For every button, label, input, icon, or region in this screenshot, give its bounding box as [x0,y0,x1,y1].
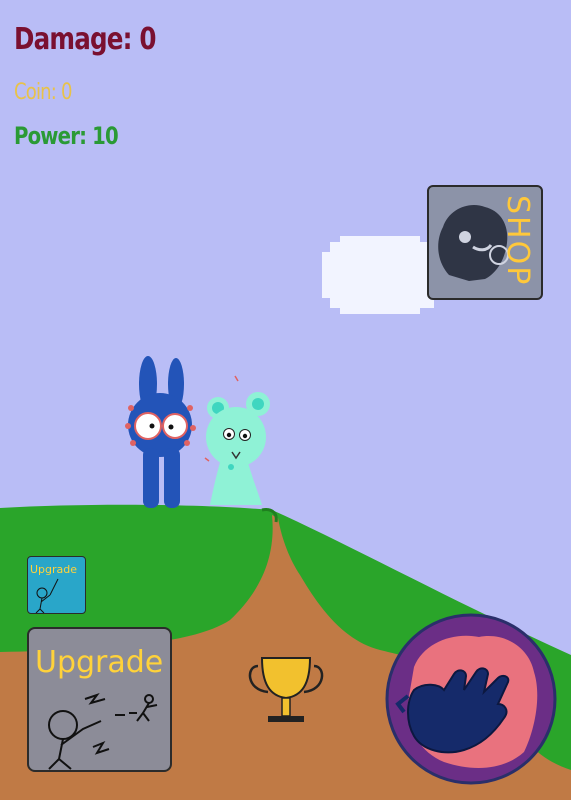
mint-bear-character [204,375,270,505]
blue-bunny-character [125,356,196,508]
stick-figure-icon [35,578,59,613]
punch-button[interactable] [384,612,558,786]
upgrade-small-button[interactable]: Upgrade [27,556,86,614]
power-counter: Power: 10 [14,122,119,150]
trophy-icon[interactable] [244,654,328,728]
cloud [322,236,442,314]
coin-counter: Coin: 0 [14,80,72,105]
shop-label: SHOP [500,195,535,287]
damage-counter: Damage: 0 [14,22,157,57]
stick-figure-punch-icon [48,693,158,770]
shop-button[interactable]: SHOP [427,185,543,300]
upgrade-big-button[interactable]: Upgrade [27,627,172,772]
